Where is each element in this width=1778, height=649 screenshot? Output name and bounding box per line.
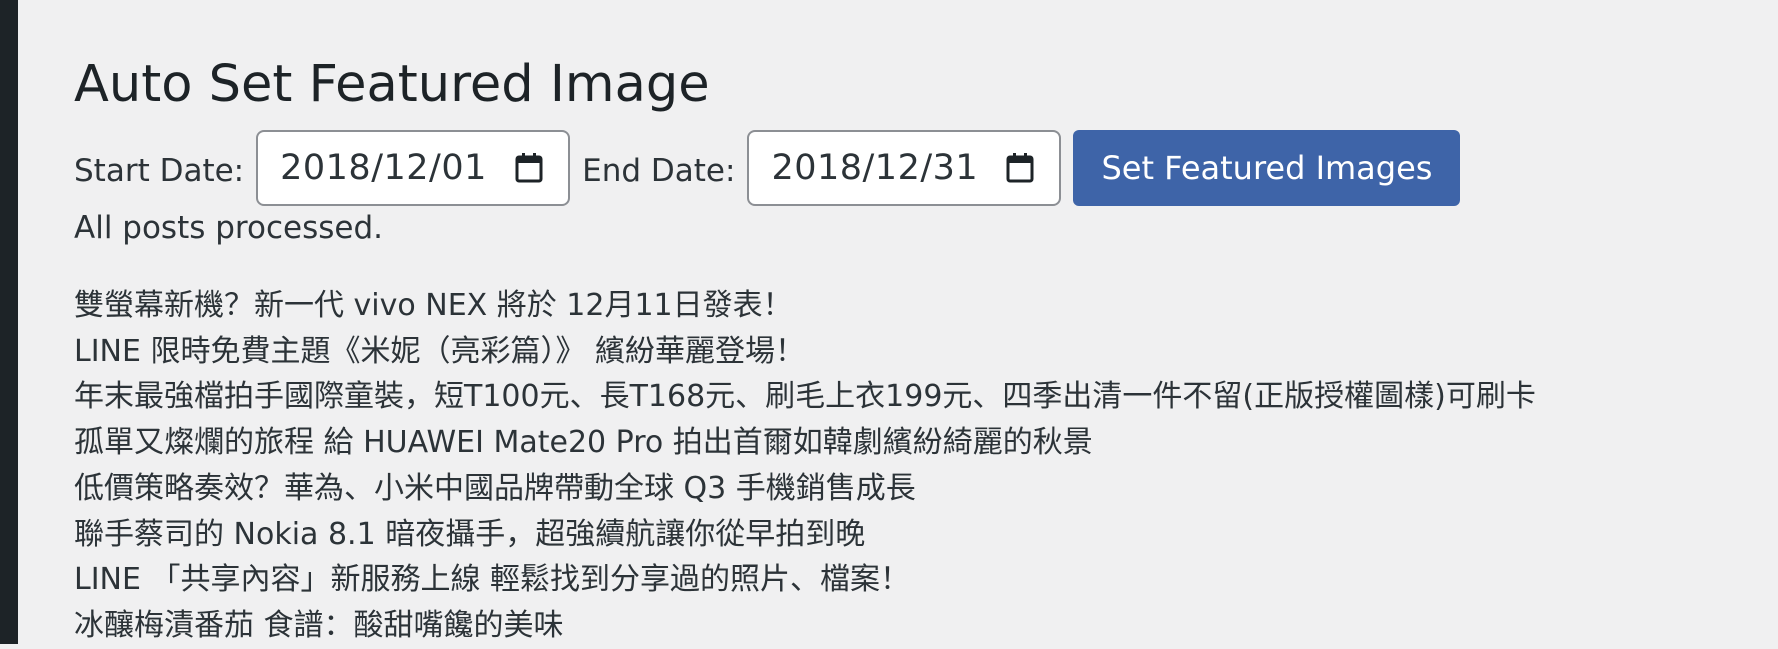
post-title: 雙螢幕新機？新一代 vivo NEX 將於 12月11日發表！ xyxy=(74,288,793,323)
end-date-label: End Date: xyxy=(582,153,736,189)
post-title: 低價策略奏效？華為、小米中國品牌帶動全球 Q3 手機銷售成長 xyxy=(74,470,916,506)
post-title: 年末最強檔拍手國際童裝，短T100元、長T168元、刷毛上衣199元、四季出清一… xyxy=(74,379,1536,415)
post-title: LINE 限時免費主題《米妮（亮彩篇）》 繽紛華麗登場！ xyxy=(74,333,806,369)
end-date-value: 2018/12/31 xyxy=(771,148,979,188)
end-date-input[interactable]: 2018/12/31 xyxy=(747,130,1062,206)
calendar-icon[interactable] xyxy=(1005,152,1035,184)
page-title: Auto Set Featured Image xyxy=(74,55,710,114)
status-message: All posts processed. xyxy=(74,210,383,246)
post-title: LINE 「共享內容」新服務上線 輕鬆找到分享過的照片、檔案！ xyxy=(74,562,911,598)
post-title: 聯手蔡司的 Nokia 8.1 暗夜攝手，超強續航讓你從早拍到晚 xyxy=(74,516,866,552)
start-date-value: 2018/12/01 xyxy=(280,148,487,188)
start-date-input[interactable]: 2018/12/01 xyxy=(256,130,571,206)
plugin-page: Auto Set Featured Image Start Date: 2018… xyxy=(74,0,1778,644)
calendar-icon[interactable] xyxy=(514,152,544,184)
post-title: 孤單又燦爛的旅程 給 HUAWEI Mate20 Pro 拍出首爾如韓劇繽紛綺麗… xyxy=(74,425,1093,461)
set-featured-images-button[interactable]: Set Featured Images xyxy=(1073,130,1461,206)
featured-image-form: Start Date: 2018/12/01 End Date: 2018/12… xyxy=(74,130,1461,206)
start-date-label: Start Date: xyxy=(74,153,245,189)
post-title: 冰釀梅漬番茄 食譜：酸甜嘴饞的美味 xyxy=(74,607,564,643)
admin-sidebar-edge xyxy=(0,0,18,644)
processed-post-list: 雙螢幕新機？新一代 vivo NEX 將於 12月11日發表！ LINE 限時免… xyxy=(74,283,1536,649)
